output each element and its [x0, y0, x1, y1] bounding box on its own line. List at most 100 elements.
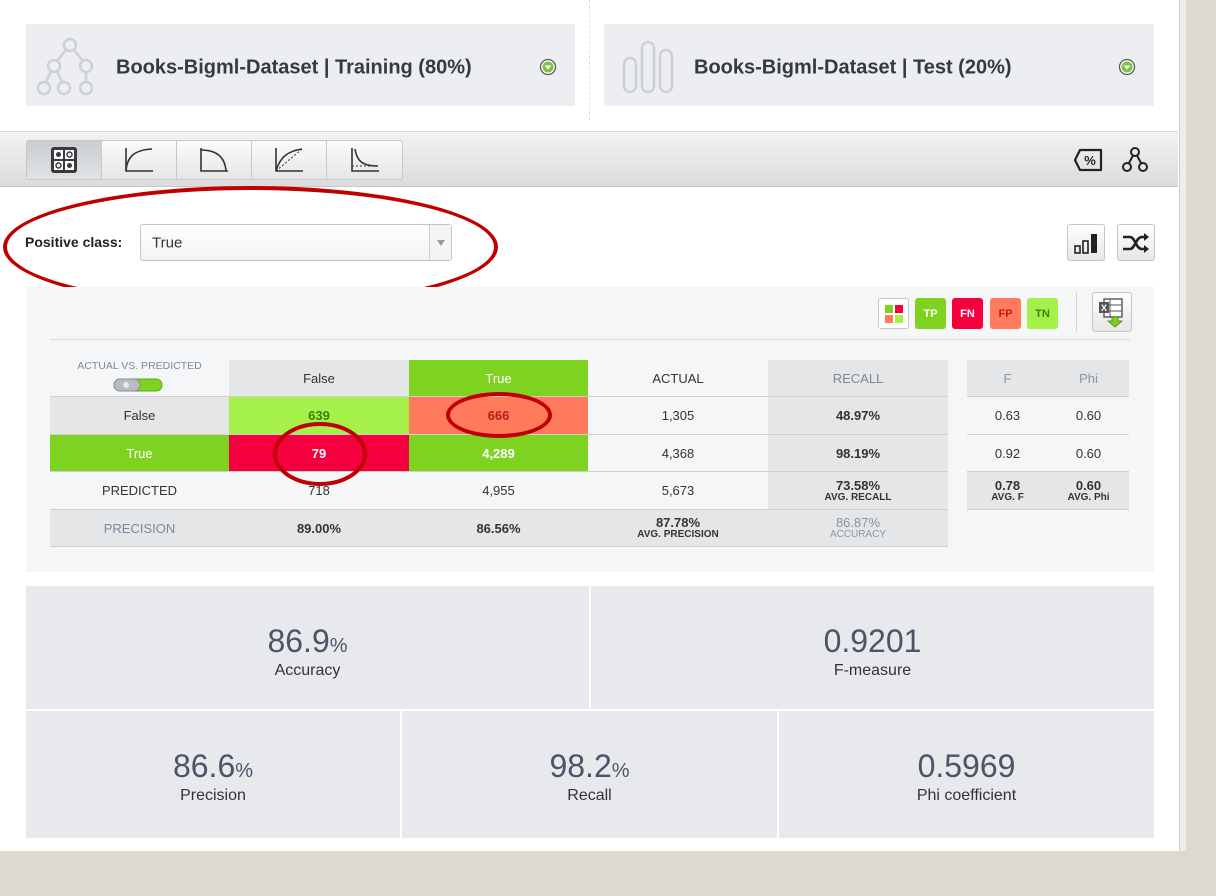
avg-recall-label: AVG. RECALL — [824, 491, 892, 503]
phi-false: 0.60 — [1075, 408, 1102, 423]
tab-lift-curve[interactable] — [327, 141, 402, 179]
recall-false: 48.97% — [768, 397, 948, 434]
accuracy-metric-value: 86.9% — [26, 623, 589, 660]
precision-row-label: PRECISION — [50, 510, 229, 546]
avg-precision: 87.78% AVG. PRECISION — [588, 510, 768, 546]
grid-line — [967, 396, 1129, 397]
grid-line — [967, 471, 1129, 472]
metric-phi: 0.5969 Phi coefficient — [779, 711, 1154, 838]
legend-fp-button[interactable]: FP — [990, 298, 1021, 329]
accuracy-number: 86.9 — [267, 623, 330, 659]
grid-line — [50, 471, 948, 472]
legend-fn-button[interactable]: FN — [952, 298, 983, 329]
avg-phi-label: AVG. Phi — [1067, 491, 1110, 503]
avg-phi-value: 0.60 — [1075, 477, 1102, 493]
training-dataset-card[interactable]: Books-Bigml-Dataset | Training (80%) — [26, 24, 575, 106]
svg-text:X: X — [1101, 303, 1107, 313]
f-false: 0.63 — [994, 408, 1021, 423]
grid-line — [967, 509, 1129, 510]
model-tree-icon — [36, 37, 94, 96]
chart-type-tabs — [26, 140, 403, 180]
precision-recall-curve-icon — [200, 148, 228, 172]
phi-metric-label: Phi coefficient — [916, 787, 1017, 804]
actual-true-total: 4,368 — [661, 445, 695, 461]
avg-recall: 73.58% AVG. RECALL — [768, 472, 948, 509]
f-true: 0.92 — [994, 445, 1021, 461]
export-excel-button[interactable]: X — [1092, 292, 1132, 332]
avg-phi: 0.60 AVG. Phi — [1048, 472, 1129, 509]
chevron-down-icon[interactable] — [1118, 58, 1136, 76]
percentage-icon[interactable]: % — [1074, 146, 1104, 174]
col-header-actual: ACTUAL — [652, 370, 704, 386]
confusion-matrix-icon — [51, 147, 77, 173]
grid-line — [50, 434, 948, 435]
legend-tn-button[interactable]: TN — [1027, 298, 1058, 329]
positive-class-value: True — [152, 234, 183, 252]
row-header-false: False — [50, 397, 229, 434]
shuffle-icon — [1123, 232, 1149, 253]
dropdown-arrow-icon[interactable] — [429, 225, 451, 260]
precision-metric-label: Precision — [180, 787, 246, 804]
excel-download-icon: X — [1099, 298, 1124, 328]
cell-tn[interactable]: 639 — [229, 397, 409, 434]
grid-line — [967, 434, 1129, 435]
row-header-true: True — [50, 435, 229, 471]
cell-fp[interactable]: 666 — [409, 397, 588, 434]
precision-unit: % — [235, 760, 254, 782]
col-header-true: True — [409, 360, 588, 396]
gain-curve-icon — [275, 148, 303, 172]
avg-f: 0.78 AVG. F — [967, 472, 1048, 509]
f-measure-number: 0.9201 — [823, 623, 922, 659]
avg-f-label: AVG. F — [991, 491, 1024, 503]
accuracy-value: 86.87% — [835, 515, 881, 530]
col-header-false: False — [229, 360, 409, 396]
accuracy-cell: 86.87% ACCURACY — [768, 510, 948, 546]
test-dataset-card[interactable]: Books-Bigml-Dataset | Test (20%) — [604, 24, 1154, 106]
col-header-phi: Phi — [1048, 360, 1129, 396]
tab-precision-recall[interactable] — [177, 141, 252, 179]
tab-gain-curve[interactable] — [252, 141, 327, 179]
bar-chart-button[interactable] — [1067, 224, 1105, 261]
training-dataset-title[interactable]: Books-Bigml-Dataset | Training (80%) — [116, 57, 472, 80]
shuffle-button[interactable] — [1117, 224, 1155, 261]
accuracy-metric-label: Accuracy — [274, 662, 341, 679]
predicted-row-label: PREDICTED — [101, 483, 178, 498]
tab-roc-curve[interactable] — [102, 141, 177, 179]
svg-text:%: % — [1084, 153, 1096, 168]
recall-unit: % — [611, 760, 630, 782]
model-network-icon[interactable] — [1120, 146, 1150, 174]
cell-tp[interactable]: 4,289 — [409, 435, 588, 471]
dataset-bars-icon — [622, 40, 674, 94]
grid-line — [50, 509, 948, 510]
page-scroll-rail — [1180, 0, 1186, 851]
col-header-f: F — [967, 360, 1048, 396]
panel-rule — [50, 339, 1130, 340]
positive-class-select[interactable]: True — [140, 224, 452, 261]
actual-vs-predicted-toggle[interactable] — [113, 378, 163, 392]
avg-precision-label: AVG. PRECISION — [637, 529, 719, 540]
bar-chart-icon — [1074, 233, 1097, 254]
metric-recall: 98.2% Recall — [402, 711, 777, 838]
predicted-true-total: 4,955 — [482, 483, 515, 498]
chevron-down-icon[interactable] — [539, 58, 557, 76]
grand-total: 5,673 — [661, 483, 695, 498]
tab-confusion-matrix[interactable] — [27, 141, 102, 179]
toggle-switch-icon — [113, 378, 163, 392]
recall-metric-label: Recall — [567, 787, 612, 804]
roc-curve-icon — [125, 148, 153, 172]
legend-tp-button[interactable]: TP — [915, 298, 946, 329]
positive-class-label: Positive class: — [25, 234, 123, 250]
metric-f-measure: 0.9201 F-measure — [591, 586, 1154, 709]
recall-true: 98.19% — [768, 435, 948, 471]
cards-divider — [589, 0, 590, 120]
recall-metric-value: 98.2% — [402, 748, 777, 785]
test-dataset-title[interactable]: Books-Bigml-Dataset | Test (20%) — [694, 57, 1012, 80]
phi-true: 0.60 — [1075, 445, 1102, 461]
avg-f-value: 0.78 — [994, 477, 1021, 493]
cell-fn[interactable]: 79 — [229, 435, 409, 471]
actual-vs-predicted-label: ACTUAL VS. PREDICTED — [77, 359, 202, 372]
f-measure-metric-value: 0.9201 — [591, 623, 1154, 660]
avg-recall-value: 73.58% — [835, 477, 881, 493]
lift-curve-icon — [350, 148, 379, 172]
legend-all-button[interactable] — [878, 298, 909, 329]
